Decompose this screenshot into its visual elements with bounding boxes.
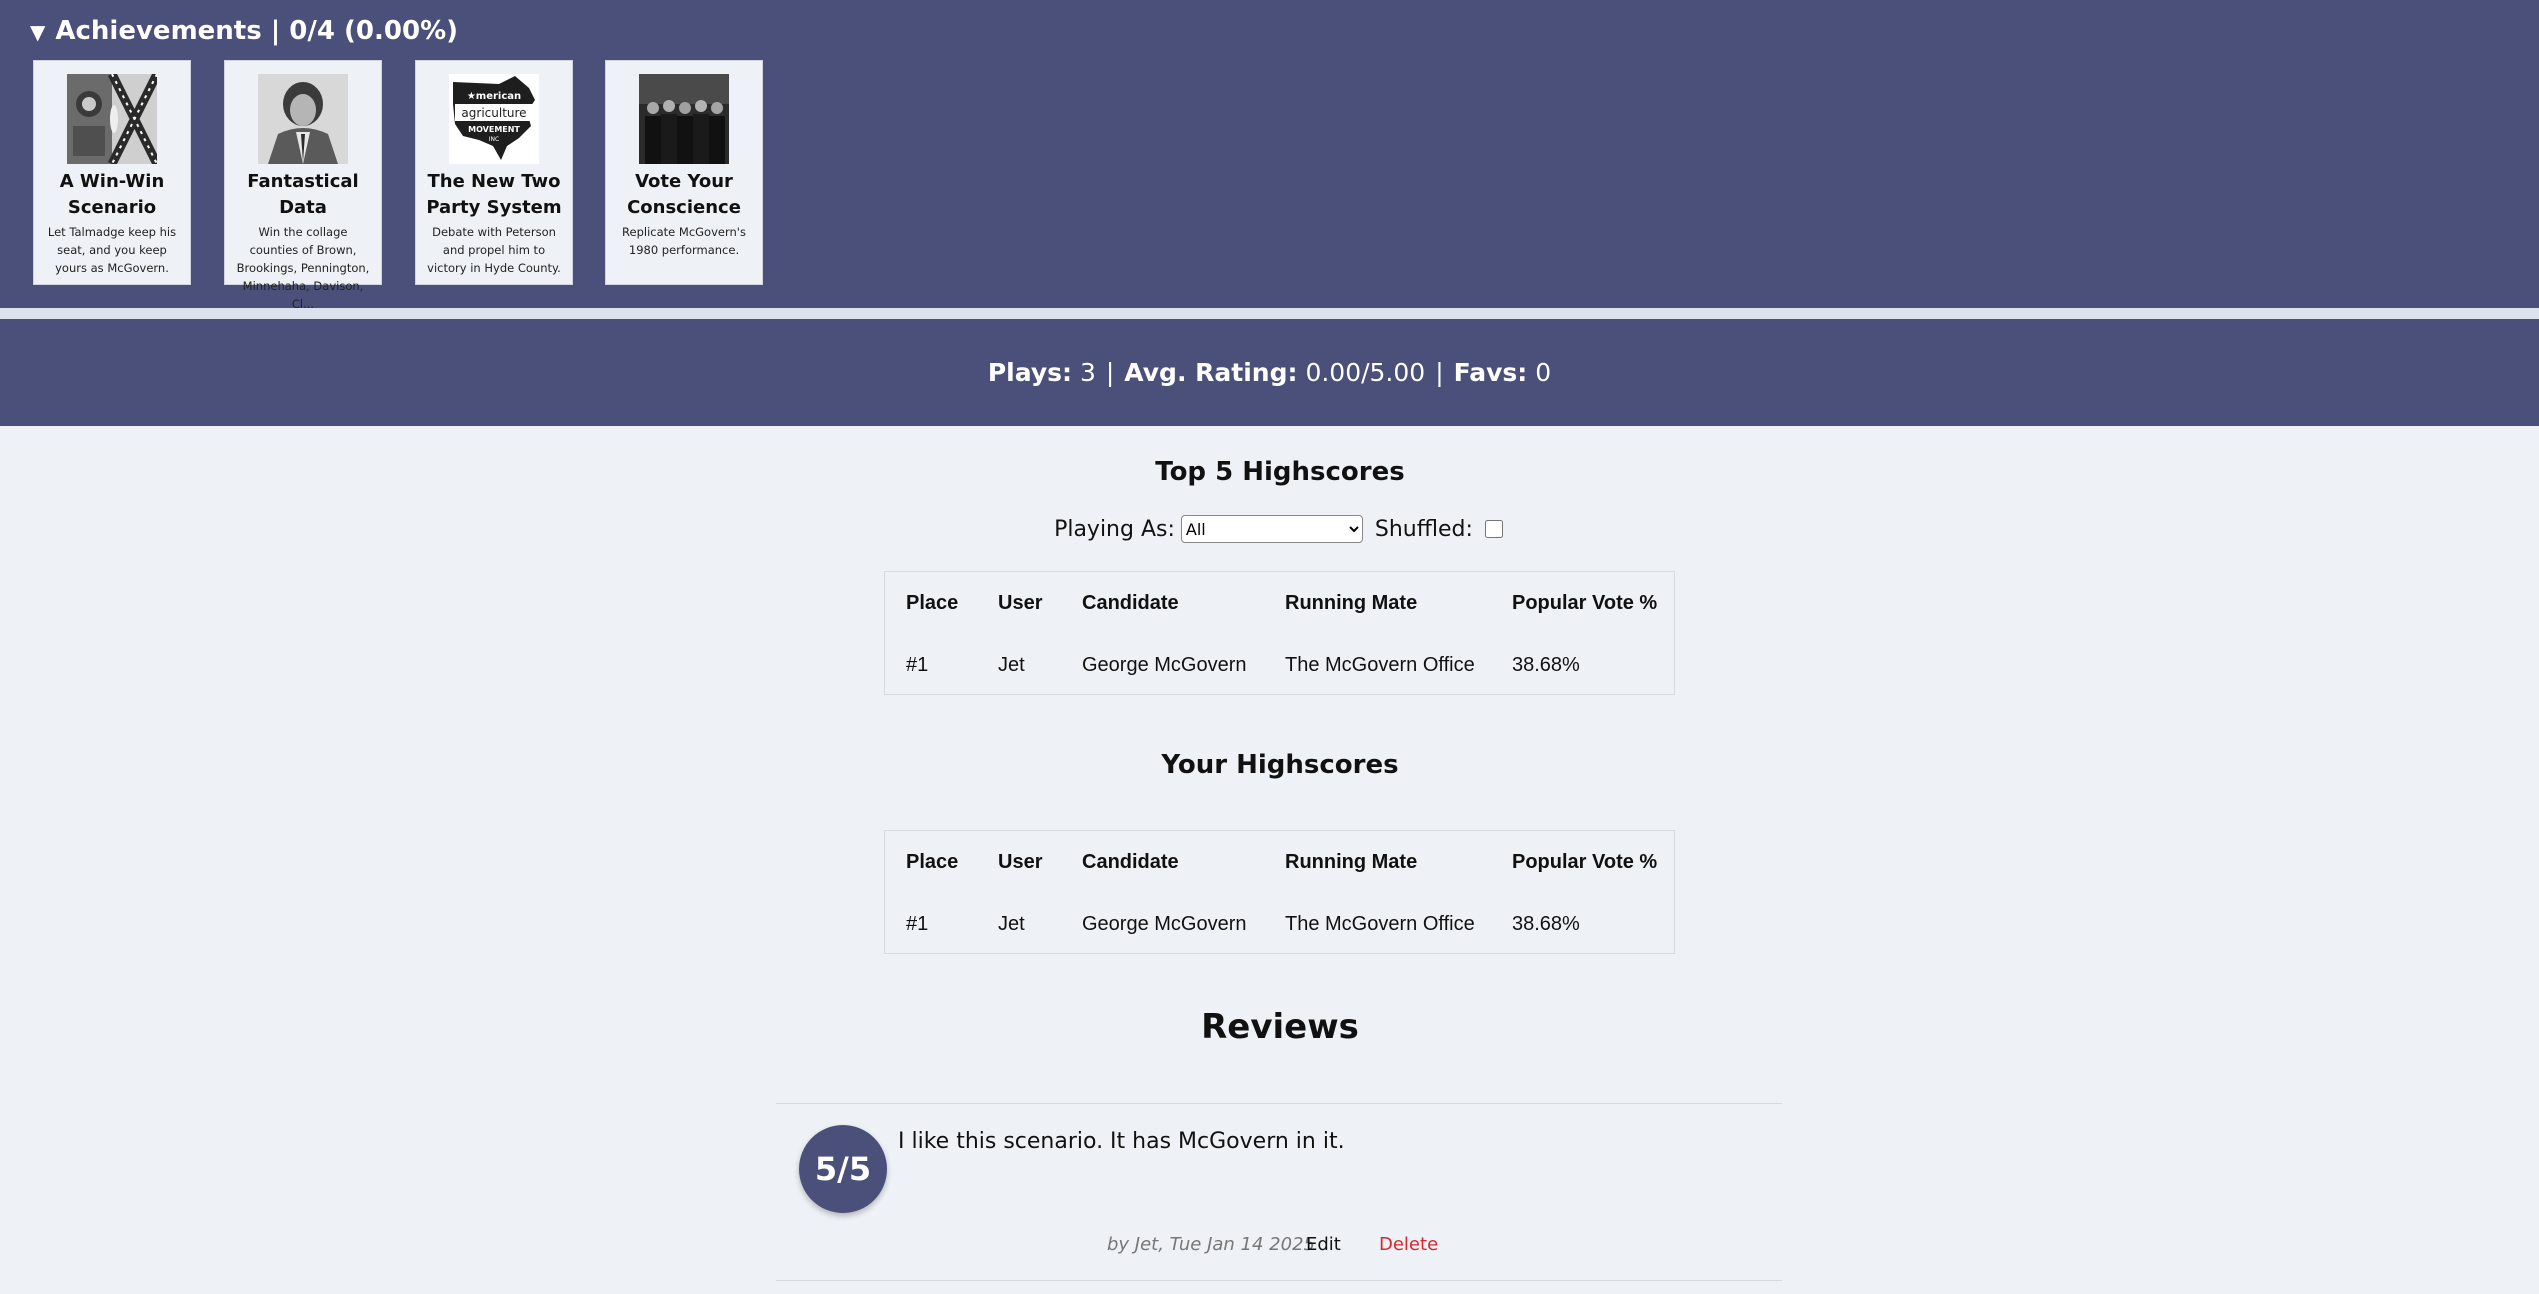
achievement-title: A Win-Win Scenario bbox=[59, 171, 165, 218]
divider bbox=[776, 1280, 1782, 1281]
review-text: I like this scenario. It has McGovern in… bbox=[898, 1129, 1345, 1154]
achievement-description: Replicate McGovern's 1980 performance. bbox=[622, 225, 746, 257]
table-cell-popular-vote: 38.68% bbox=[1512, 654, 1580, 676]
reviews-title: Reviews bbox=[1201, 1007, 1359, 1047]
achievement-description: Let Talmadge keep his seat, and you keep… bbox=[47, 225, 177, 275]
top-highscores-table: Place User Candidate Running Mate Popula… bbox=[884, 571, 1675, 695]
achievement-title: Vote Your Conscience bbox=[627, 171, 741, 218]
achievement-description: Debate with Peterson and propel him to v… bbox=[427, 225, 561, 275]
achievement-card[interactable]: Fantastical Data Win the collage countie… bbox=[224, 60, 382, 311]
playing-as-select[interactable]: All bbox=[1180, 515, 1363, 543]
top-highscores-title: Top 5 Highscores bbox=[1155, 457, 1405, 487]
plays-value: 3 bbox=[1079, 358, 1096, 387]
table-cell-user: Jet bbox=[998, 913, 1025, 935]
svg-text:★merican: ★merican bbox=[467, 91, 521, 102]
achievement-title: Fantastical Data bbox=[247, 171, 359, 218]
column-header-place: Place bbox=[906, 851, 959, 873]
triangle-down-icon: ▼ bbox=[30, 20, 46, 44]
shuffled-label: Shuffled: bbox=[1374, 516, 1473, 542]
achievement-card[interactable]: ★merican agriculture MOVEMENT INC The Ne… bbox=[415, 60, 573, 285]
review-author-date: by Jet, Tue Jan 14 2025 bbox=[1107, 1234, 1315, 1255]
logo-word-3: MOVEMENT bbox=[468, 125, 520, 134]
plays-label: Plays: bbox=[987, 358, 1072, 387]
rating-value: 0.00/5.00 bbox=[1305, 358, 1426, 387]
achievement-image bbox=[639, 74, 729, 164]
achievements-toggle[interactable]: ▼ Achievements | 0/4 (0.00%) bbox=[30, 14, 458, 49]
table-cell-user: Jet bbox=[998, 654, 1025, 676]
achievements-header-label: Achievements | 0/4 (0.00%) bbox=[55, 16, 458, 46]
divider bbox=[776, 1103, 1782, 1104]
table-cell-popular-vote: 38.68% bbox=[1512, 913, 1580, 935]
review-rating-value: 5/5 bbox=[814, 1150, 872, 1188]
highscore-filters: Playing As: All Shuffled: bbox=[0, 515, 2539, 543]
column-header-user: User bbox=[998, 851, 1043, 873]
column-header-running-mate: Running Mate bbox=[1285, 851, 1418, 873]
stats-separator: | bbox=[1105, 358, 1115, 387]
edit-review-button[interactable]: Edit bbox=[1306, 1234, 1341, 1255]
column-header-popular-vote: Popular Vote % bbox=[1512, 851, 1658, 873]
logo-word-1: merican bbox=[476, 91, 521, 102]
favs-label: Favs: bbox=[1453, 358, 1528, 387]
table-cell-candidate: George McGovern bbox=[1082, 654, 1247, 676]
table-cell-running-mate: The McGovern Office bbox=[1285, 654, 1475, 676]
logo-word-4: INC bbox=[489, 136, 499, 143]
delete-review-button[interactable]: Delete bbox=[1379, 1234, 1438, 1255]
logo-word-2: agriculture bbox=[461, 106, 526, 120]
favs-value: 0 bbox=[1535, 358, 1552, 387]
achievements-panel: ▼ Achievements | 0/4 (0.00%) A Win-Win Sc… bbox=[0, 0, 2539, 311]
your-highscores-title: Your Highscores bbox=[1161, 750, 1399, 780]
column-header-place: Place bbox=[906, 592, 959, 614]
column-header-running-mate: Running Mate bbox=[1285, 592, 1418, 614]
rating-label: Avg. Rating: bbox=[1124, 358, 1298, 387]
panel-separator bbox=[0, 308, 2539, 319]
achievement-card[interactable]: A Win-Win Scenario Let Talmadge keep his… bbox=[33, 60, 191, 285]
table-cell-running-mate: The McGovern Office bbox=[1285, 913, 1475, 935]
stats-separator: | bbox=[1435, 358, 1444, 387]
your-highscores-table: Place User Candidate Running Mate Popula… bbox=[884, 830, 1675, 954]
achievement-image bbox=[67, 74, 157, 164]
achievement-title: The New Two Party System bbox=[426, 171, 562, 218]
achievement-card[interactable]: Vote Your Conscience Replicate McGovern'… bbox=[605, 60, 763, 285]
achievement-description: Win the collage counties of Brown, Brook… bbox=[236, 225, 370, 311]
column-header-candidate: Candidate bbox=[1082, 592, 1179, 614]
table-cell-candidate: George McGovern bbox=[1082, 913, 1247, 935]
table-cell-place: #1 bbox=[906, 654, 929, 676]
achievement-image: ★merican agriculture MOVEMENT INC bbox=[449, 74, 539, 164]
playing-as-label: Playing As: bbox=[1054, 516, 1175, 542]
review-rating-badge: 5/5 bbox=[799, 1125, 887, 1213]
column-header-user: User bbox=[998, 592, 1043, 614]
column-header-candidate: Candidate bbox=[1082, 851, 1179, 873]
table-cell-place: #1 bbox=[906, 913, 929, 935]
stats-bar: Plays: 3 | Avg. Rating: 0.00/5.00 | Favs… bbox=[0, 319, 2539, 426]
achievement-image bbox=[258, 74, 348, 164]
shuffled-checkbox[interactable] bbox=[1484, 520, 1503, 538]
column-header-popular-vote: Popular Vote % bbox=[1512, 592, 1658, 614]
